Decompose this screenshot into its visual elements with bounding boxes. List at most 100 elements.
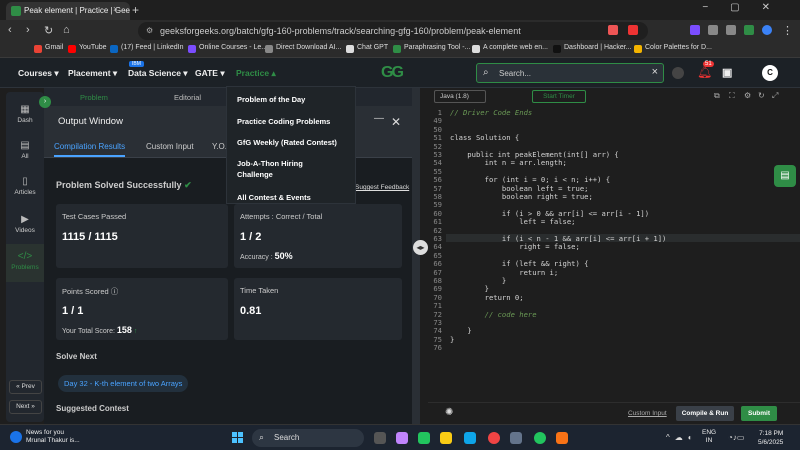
back-icon[interactable]: ‹ (8, 24, 12, 36)
code-editor[interactable]: 1// Driver Code Ends 49 50 51 class Solution… (428, 106, 800, 402)
compile-run-button[interactable]: Compile & Run (676, 406, 734, 421)
whatsapp-icon[interactable] (534, 432, 546, 444)
tab-problem[interactable]: Problem (80, 93, 108, 102)
total-score-value: 158 (116, 325, 132, 335)
next-button[interactable]: Next » (9, 400, 42, 414)
bookmark-item[interactable]: Chat GPT (346, 44, 388, 53)
expand-icon[interactable]: › (39, 96, 51, 108)
bookmark-item[interactable]: Direct Download AI... (265, 44, 341, 53)
rail-item-label: Problems (11, 264, 39, 271)
rail-item-all[interactable]: ▤ All (6, 140, 44, 160)
bookmark-item[interactable]: Color Palettes for D... (634, 44, 712, 53)
next-problem-link[interactable]: Day 32 - K-th element of two Arrays (58, 375, 189, 392)
menu-all-contests[interactable]: All Contest & Events (237, 192, 311, 203)
site-info-icon[interactable]: ⚙ (146, 26, 153, 35)
panel-divider[interactable] (412, 88, 420, 424)
extension-icon[interactable] (690, 25, 700, 35)
bookmark-item[interactable]: (17) Feed | LinkedIn (110, 44, 184, 53)
clock[interactable]: 7:18 PM 5/6/2025 (758, 429, 783, 447)
bookmark-item[interactable]: YouTube (68, 44, 107, 53)
browser-tab[interactable]: Peak element | Practice | Geeks (6, 2, 130, 20)
reset-icon[interactable]: ↻ (758, 91, 765, 100)
url-field[interactable]: ⚙ geeksforgeeks.org/batch/gfg-160-proble… (138, 22, 648, 40)
bookmark-item[interactable]: A complete web en... (472, 44, 548, 53)
copilot-icon[interactable] (396, 432, 408, 444)
minimize-icon[interactable]: — (374, 113, 384, 124)
extension-icon[interactable] (726, 25, 736, 35)
bookmark-item[interactable]: Paraphrasing Tool -... (393, 44, 470, 53)
edge-icon[interactable] (464, 432, 476, 444)
theme-toggle-icon[interactable] (672, 67, 684, 79)
nav-placement[interactable]: Placement ▾ (68, 68, 117, 79)
brave-icon[interactable] (556, 432, 568, 444)
custom-input-link[interactable]: Custom Input (628, 410, 667, 417)
file-explorer-icon[interactable] (440, 432, 452, 444)
contest-icon[interactable]: ▣ (722, 66, 732, 79)
system-tray-icons[interactable]: ^☁◐ (666, 433, 698, 442)
notification-bell-icon[interactable]: 🔔︎ (697, 65, 712, 79)
rail-item-articles[interactable]: ▯ Articles (6, 176, 44, 196)
app-icon[interactable] (510, 432, 522, 444)
menu-icon[interactable]: ⋮ (782, 24, 793, 37)
rail-item-problems[interactable]: </> Problems (6, 244, 44, 282)
gfg-logo[interactable]: GG (381, 64, 404, 82)
home-icon[interactable]: ⌂ (63, 24, 70, 36)
nav-gate[interactable]: GATE ▾ (195, 68, 225, 79)
rail-item-videos[interactable]: ▶ Videos (6, 214, 44, 234)
extension-icon[interactable] (744, 25, 754, 35)
chrome-icon[interactable] (488, 432, 500, 444)
window-controls[interactable]: −▢✕ (702, 2, 792, 13)
extensions-icon[interactable] (708, 25, 718, 35)
news-widget[interactable]: News for you Mrunal Thakur is... (10, 429, 80, 445)
tab-yo[interactable]: Y.O. (212, 142, 227, 151)
avatar[interactable]: C (762, 65, 778, 81)
info-icon[interactable]: ⓘ (111, 287, 119, 296)
rail-item-dash[interactable]: ▦ Dash (6, 104, 44, 124)
tab-custom-input[interactable]: Custom Input (146, 142, 194, 151)
tab-compilation-results[interactable]: Compilation Results (54, 142, 126, 157)
editor-toolbar: Java (1.8) Start Timer ⧉ ⛶ ⚙ ↻ ⤢ (428, 88, 800, 106)
resize-handle-icon[interactable]: ◂▸ (413, 240, 428, 255)
site-search-input[interactable]: ⌕ Search... × (476, 63, 664, 83)
wifi-sound-battery-icon[interactable]: ◔♪▭ (728, 433, 744, 442)
app-icon[interactable] (418, 432, 430, 444)
new-tab-button[interactable]: + (132, 3, 139, 17)
menu-practice-coding-problems[interactable]: Practice Coding Problems (237, 116, 330, 127)
copy-icon[interactable]: ⧉ (714, 91, 720, 101)
clear-search-icon[interactable]: × (652, 66, 658, 78)
taskbar-search[interactable]: ⌕ Search (252, 429, 364, 447)
close-icon[interactable]: ✕ (391, 115, 401, 129)
task-view-icon[interactable] (374, 432, 386, 444)
status-message: Problem Solved Successfully ✔ (56, 180, 192, 191)
nav-courses[interactable]: Courses ▾ (18, 68, 59, 79)
nav-data-science[interactable]: Data Science ▾ (128, 68, 188, 79)
windows-start-icon[interactable] (232, 432, 244, 444)
extension-icon[interactable] (628, 25, 638, 35)
accuracy-value: 50% (274, 251, 293, 261)
language-indicator[interactable]: ENG IN (702, 429, 716, 445)
suggest-feedback-link[interactable]: Suggest Feedback (355, 184, 409, 191)
bookmark-item[interactable]: Dashboard | Hacker... (553, 44, 632, 53)
reload-icon[interactable]: ↻ (44, 24, 53, 37)
nav-practice[interactable]: Practice ▴ (236, 68, 276, 79)
tab-editorial[interactable]: Editorial (174, 93, 201, 102)
bookmark-item[interactable]: Online Courses - Le... (188, 44, 267, 53)
submit-button[interactable]: Submit (741, 406, 777, 421)
profile-icon[interactable] (762, 25, 772, 35)
bookmark-item[interactable]: Gmail (34, 44, 63, 53)
bookmark-favicon-icon (68, 45, 76, 53)
menu-problem-of-the-day[interactable]: Problem of the Day (237, 94, 305, 105)
tab-close-icon[interactable]: × (113, 4, 118, 14)
settings-icon[interactable]: ⚙ (744, 91, 751, 100)
lightbulb-icon[interactable]: ✺ (445, 407, 453, 418)
menu-gfg-weekly[interactable]: GfG Weekly (Rated Contest) (237, 137, 337, 148)
forward-icon[interactable]: › (26, 24, 30, 36)
prev-button[interactable]: « Prev (9, 380, 42, 394)
chat-icon[interactable]: ▤ (774, 165, 796, 187)
language-select[interactable]: Java (1.8) (434, 90, 486, 103)
start-timer-button[interactable]: Start Timer (532, 90, 586, 103)
extension-icon[interactable] (608, 25, 618, 35)
expand-icon[interactable]: ⛶ (729, 91, 735, 101)
fullscreen-icon[interactable]: ⤢ (772, 91, 778, 101)
menu-job-a-thon[interactable]: Job-A-Thon Hiring Challenge (237, 158, 317, 180)
